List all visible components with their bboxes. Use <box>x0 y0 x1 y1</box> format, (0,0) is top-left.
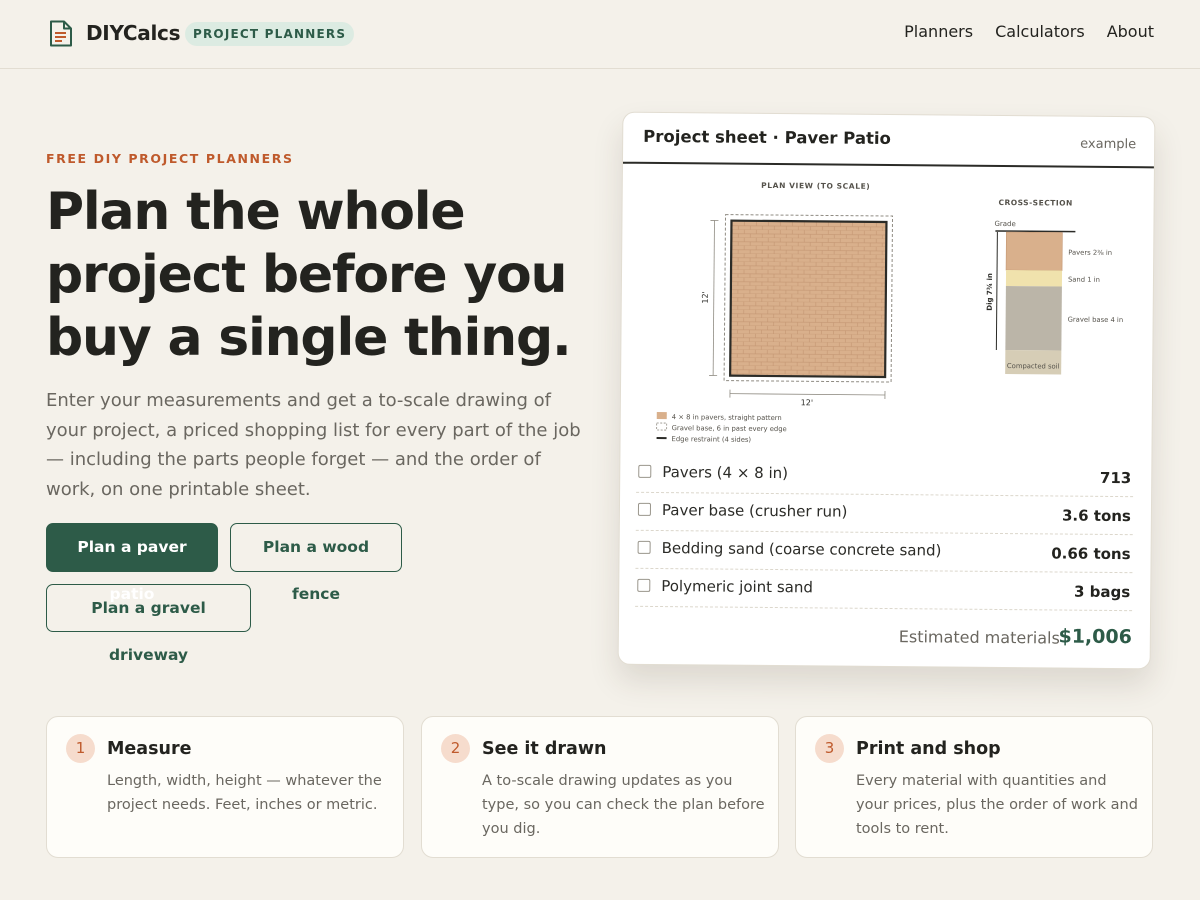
legend-paver-swatch <box>656 411 667 420</box>
layer-gravel <box>1005 286 1062 351</box>
layer-pavers <box>1005 231 1063 271</box>
step-card-measure: 1 Measure Length, width, height — whatev… <box>46 716 404 858</box>
hero-eyebrow: FREE DIY PROJECT PLANNERS <box>46 151 294 166</box>
layer-label-sand: Sand 1 in <box>1068 276 1100 284</box>
plan-paver-patio-button[interactable]: Plan a paver patio <box>46 523 218 603</box>
material-name: Paver base (crusher run) <box>661 501 848 521</box>
layer-label-pavers: Pavers 2⅜ in <box>1068 249 1112 257</box>
layer-sand <box>1005 270 1063 287</box>
dig-depth-label: Dig 7¾ in <box>986 273 994 311</box>
sheet-title: Project sheet · Paver Patio <box>643 126 891 149</box>
nav-planners[interactable]: Planners <box>904 22 973 41</box>
cross-section-label: CROSS-SECTION <box>998 198 1072 208</box>
material-row: Pavers (4 × 8 in) 713 <box>636 454 1134 498</box>
sheet-tag: example <box>1080 136 1137 153</box>
project-drawing: PLAN VIEW (TO SCALE) 12' 12' 4 × 8 in pa… <box>656 181 1124 444</box>
step-number: 2 <box>441 734 470 763</box>
legend-edge: Edge restraint (4 sides) <box>672 435 752 444</box>
legend-gravel: Gravel base, 6 in past every edge <box>672 424 787 433</box>
material-row: Polymeric joint sand 3 bags <box>635 568 1133 612</box>
plan-wood-fence-button[interactable]: Plan a wood fence <box>230 523 402 603</box>
dig-dimension-line <box>995 231 998 350</box>
step-title: Print and shop <box>856 739 1001 759</box>
material-checkbox[interactable] <box>637 540 651 554</box>
plan-gravel-driveway-button[interactable]: Plan a gravel driveway <box>46 584 251 664</box>
brand-badge: PROJECT PLANNERS <box>185 22 355 46</box>
material-name: Bedding sand (coarse concrete sand) <box>661 539 942 560</box>
legend-pavers: 4 × 8 in pavers, straight pattern <box>672 413 782 422</box>
material-checkbox[interactable] <box>638 464 652 478</box>
width-dimension-label: 12' <box>801 398 813 407</box>
step-description: A to-scale drawing updates as you type, … <box>482 773 765 837</box>
step-title: See it drawn <box>482 739 607 759</box>
step-number: 3 <box>815 734 844 763</box>
materials-list: Pavers (4 × 8 in) 713 Paver base (crushe… <box>635 454 1134 612</box>
length-dimension-line <box>712 220 715 376</box>
material-quantity: 713 <box>1099 468 1132 488</box>
hero-title: Plan the whole project before you buy a … <box>46 181 606 370</box>
hero-subtitle: Enter your measurements and get a to-sca… <box>46 390 581 500</box>
document-icon[interactable] <box>49 20 73 47</box>
material-quantity: 3 bags <box>1073 582 1131 602</box>
main-nav: Planners Calculators About <box>904 22 1154 41</box>
estimated-materials-total: $1,006 <box>1058 625 1132 649</box>
length-dimension-label: 12' <box>701 291 710 303</box>
project-sheet-card: Project sheet · Paver Patio example PLAN… <box>617 111 1156 670</box>
nav-calculators[interactable]: Calculators <box>995 22 1085 41</box>
material-checkbox[interactable] <box>637 502 652 516</box>
material-checkbox[interactable] <box>637 578 651 592</box>
material-name: Pavers (4 × 8 in) <box>662 463 789 483</box>
paver-area <box>729 219 888 379</box>
hero-title-line: Plan the whole <box>46 182 466 242</box>
step-description: Length, width, height — whatever the pro… <box>107 773 382 813</box>
hero-title-line: project before you <box>46 245 568 305</box>
hero-title-line: buy a single thing. <box>46 308 572 368</box>
estimated-materials-label: Estimated materials <box>898 627 1060 648</box>
nav-about[interactable]: About <box>1107 22 1154 41</box>
layer-label-soil: Compacted soil <box>1007 362 1060 370</box>
layer-label-gravel: Gravel base 4 in <box>1068 316 1124 324</box>
material-quantity: 0.66 tons <box>1051 544 1131 564</box>
material-quantity: 3.6 tons <box>1061 506 1131 526</box>
legend-gravel-swatch <box>656 422 668 431</box>
step-card-see-it-drawn: 2 See it drawn A to-scale drawing update… <box>421 716 779 858</box>
grade-label: Grade <box>994 220 1015 228</box>
step-title: Measure <box>107 739 192 759</box>
width-dimension-line <box>729 393 885 396</box>
plan-view-label: PLAN VIEW (TO SCALE) <box>761 181 870 191</box>
grade-line <box>995 230 1076 233</box>
sheet-divider <box>622 161 1154 169</box>
step-number: 1 <box>66 734 95 763</box>
material-name: Polymeric joint sand <box>661 577 813 597</box>
brand-name[interactable]: DIYCalcs <box>86 21 181 45</box>
material-row: Bedding sand (coarse concrete sand) 0.66… <box>635 530 1133 574</box>
material-row: Paver base (crusher run) 3.6 tons <box>635 492 1134 536</box>
step-description: Every material with quantities and your … <box>856 773 1138 837</box>
step-card-print-and-shop: 3 Print and shop Every material with qua… <box>795 716 1153 858</box>
site-header: DIYCalcs PROJECT PLANNERS Planners Calcu… <box>0 0 1200 69</box>
